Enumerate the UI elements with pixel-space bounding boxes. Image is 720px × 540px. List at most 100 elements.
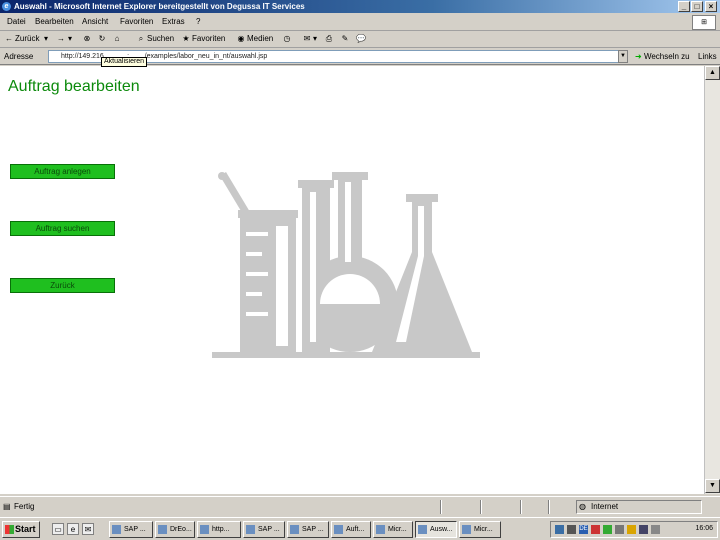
- print-icon: ⎙: [325, 34, 333, 43]
- close-button[interactable]: ×: [705, 1, 717, 12]
- favorites-button[interactable]: ★ Favoriten: [181, 34, 225, 44]
- sap-icon: [290, 525, 299, 534]
- volume-icon[interactable]: [639, 525, 648, 534]
- taskbar-item[interactable]: http...: [197, 521, 241, 538]
- page-content: Auftrag bearbeiten Auftrag anlegen Auftr…: [0, 66, 712, 494]
- menu-datei[interactable]: Datei: [7, 17, 26, 26]
- status-text: Fertig: [14, 502, 35, 511]
- taskbar-item[interactable]: Micr...: [373, 521, 413, 538]
- antivirus-icon[interactable]: [591, 525, 600, 534]
- media-icon: ◉: [237, 34, 245, 43]
- stop-button[interactable]: ⊗: [82, 34, 93, 44]
- ie-logo-icon: e: [2, 2, 11, 11]
- create-order-button[interactable]: Auftrag anlegen: [10, 164, 115, 179]
- mail-button[interactable]: ✉ ▾: [302, 34, 317, 44]
- word-icon: [462, 525, 471, 534]
- search-icon: ⌕: [138, 34, 144, 43]
- forward-arrow-icon: →: [57, 34, 65, 43]
- globe-icon: ◍: [579, 502, 586, 511]
- mail-icon: ✉: [303, 34, 311, 43]
- menu-favoriten[interactable]: Favoriten: [120, 17, 153, 26]
- back-page-button[interactable]: Zurück: [10, 278, 115, 293]
- taskbar-item[interactable]: SAP ...: [109, 521, 153, 538]
- page-status-icon: ▤: [3, 502, 11, 511]
- taskbar-item-active[interactable]: Ausw...: [415, 521, 457, 538]
- menu-help[interactable]: ?: [196, 17, 200, 26]
- desktop-quicklaunch-icon[interactable]: ▭: [52, 523, 64, 535]
- address-label: Adresse: [4, 52, 34, 61]
- beaker-rim: [238, 210, 298, 218]
- taskbar-item[interactable]: DrEo...: [155, 521, 195, 538]
- messenger-icon[interactable]: [627, 525, 636, 534]
- search-button[interactable]: ⌕ Suchen: [136, 34, 174, 44]
- history-icon: ◷: [283, 34, 291, 43]
- windows-logo-icon: ⊞: [692, 15, 716, 30]
- usb-icon[interactable]: [651, 525, 660, 534]
- taskbar-item[interactable]: Micr...: [459, 521, 501, 538]
- go-button[interactable]: ➜ Wechseln zu: [635, 52, 690, 61]
- status-divider: [548, 500, 550, 514]
- scroll-up-icon[interactable]: ▲: [705, 66, 720, 80]
- status-divider: [480, 500, 482, 514]
- status-bar: ▤ Fertig ◍ Internet: [0, 496, 720, 516]
- minimize-button[interactable]: _: [678, 1, 690, 12]
- forward-button[interactable]: →: [56, 34, 67, 44]
- stop-icon: ⊗: [83, 34, 91, 43]
- maximize-button[interactable]: □: [691, 1, 703, 12]
- home-icon: ⌂: [114, 34, 120, 43]
- word-icon: [376, 525, 385, 534]
- browser-window: e Auswahl - Microsoft Internet Explorer …: [0, 0, 720, 540]
- taskbar: Start ▭ e ✉ SAP ... DrEo... http... SAP …: [0, 517, 720, 540]
- home-button[interactable]: ⌂: [112, 34, 123, 44]
- discuss-icon: 💬: [356, 34, 366, 43]
- status-divider: [440, 500, 442, 514]
- window-title: Auswahl - Microsoft Internet Explorer be…: [14, 2, 305, 11]
- explorer-quicklaunch-icon[interactable]: e: [67, 523, 79, 535]
- menu-extras[interactable]: Extras: [162, 17, 185, 26]
- menu-bearbeiten[interactable]: Bearbeiten: [35, 17, 74, 26]
- system-tray: DE 16:06: [550, 521, 718, 538]
- outlook-quicklaunch-icon[interactable]: ✉: [82, 523, 94, 535]
- sap-icon: [112, 525, 121, 534]
- taskbar-item[interactable]: SAP ...: [243, 521, 285, 538]
- network-icon[interactable]: [555, 525, 564, 534]
- refresh-tooltip: Aktualisieren: [101, 57, 148, 67]
- history-button[interactable]: ◷: [282, 34, 293, 44]
- windows-flag-icon: [5, 525, 14, 534]
- edit-button[interactable]: ✎: [340, 34, 351, 44]
- status-divider: [520, 500, 522, 514]
- sap-icon: [246, 525, 255, 534]
- media-button[interactable]: ◉ Medien: [236, 34, 274, 44]
- back-arrow-icon: ←: [5, 34, 13, 43]
- browser-icon: [334, 525, 343, 534]
- printer-tray-icon[interactable]: [615, 525, 624, 534]
- print-button[interactable]: ⎙: [324, 34, 335, 44]
- edit-icon: ✎: [341, 34, 349, 43]
- table-shelf: [212, 352, 480, 358]
- links-button[interactable]: Links: [698, 52, 717, 61]
- vertical-scrollbar[interactable]: ▲ ▼: [704, 66, 720, 494]
- search-order-button[interactable]: Auftrag suchen: [10, 221, 115, 236]
- sync-icon[interactable]: [603, 525, 612, 534]
- menu-bar: Datei Bearbeiten Ansicht Favoriten Extra…: [0, 14, 720, 31]
- scroll-down-icon[interactable]: ▼: [705, 479, 720, 493]
- star-icon: ★: [182, 34, 190, 43]
- go-arrow-icon: ➜: [635, 52, 642, 61]
- discuss-button[interactable]: 💬: [356, 34, 367, 44]
- taskbar-item[interactable]: SAP ...: [287, 521, 329, 538]
- browser-icon: [418, 525, 427, 534]
- title-bar: e Auswahl - Microsoft Internet Explorer …: [0, 0, 720, 13]
- back-button[interactable]: ← Zurück: [4, 34, 39, 44]
- taskbar-item[interactable]: Auft...: [331, 521, 371, 538]
- forward-dropdown-icon[interactable]: ▾: [68, 34, 72, 43]
- page-title: Auftrag bearbeiten: [8, 78, 140, 95]
- start-button[interactable]: Start: [2, 521, 40, 538]
- menu-ansicht[interactable]: Ansicht: [82, 17, 108, 26]
- lab-glassware-illustration: [212, 172, 480, 358]
- language-icon[interactable]: DE: [579, 525, 588, 534]
- security-tray-icon[interactable]: [567, 525, 576, 534]
- address-dropdown-icon[interactable]: ▼: [618, 50, 628, 63]
- back-dropdown-icon[interactable]: ▾: [44, 34, 48, 43]
- refresh-button[interactable]: ↻: [97, 34, 108, 44]
- toolbar: ← Zurück ▾ → ▾ ⊗ ↻ ⌂ ⌕ Suchen ★ Favoriten ◉…: [0, 32, 720, 48]
